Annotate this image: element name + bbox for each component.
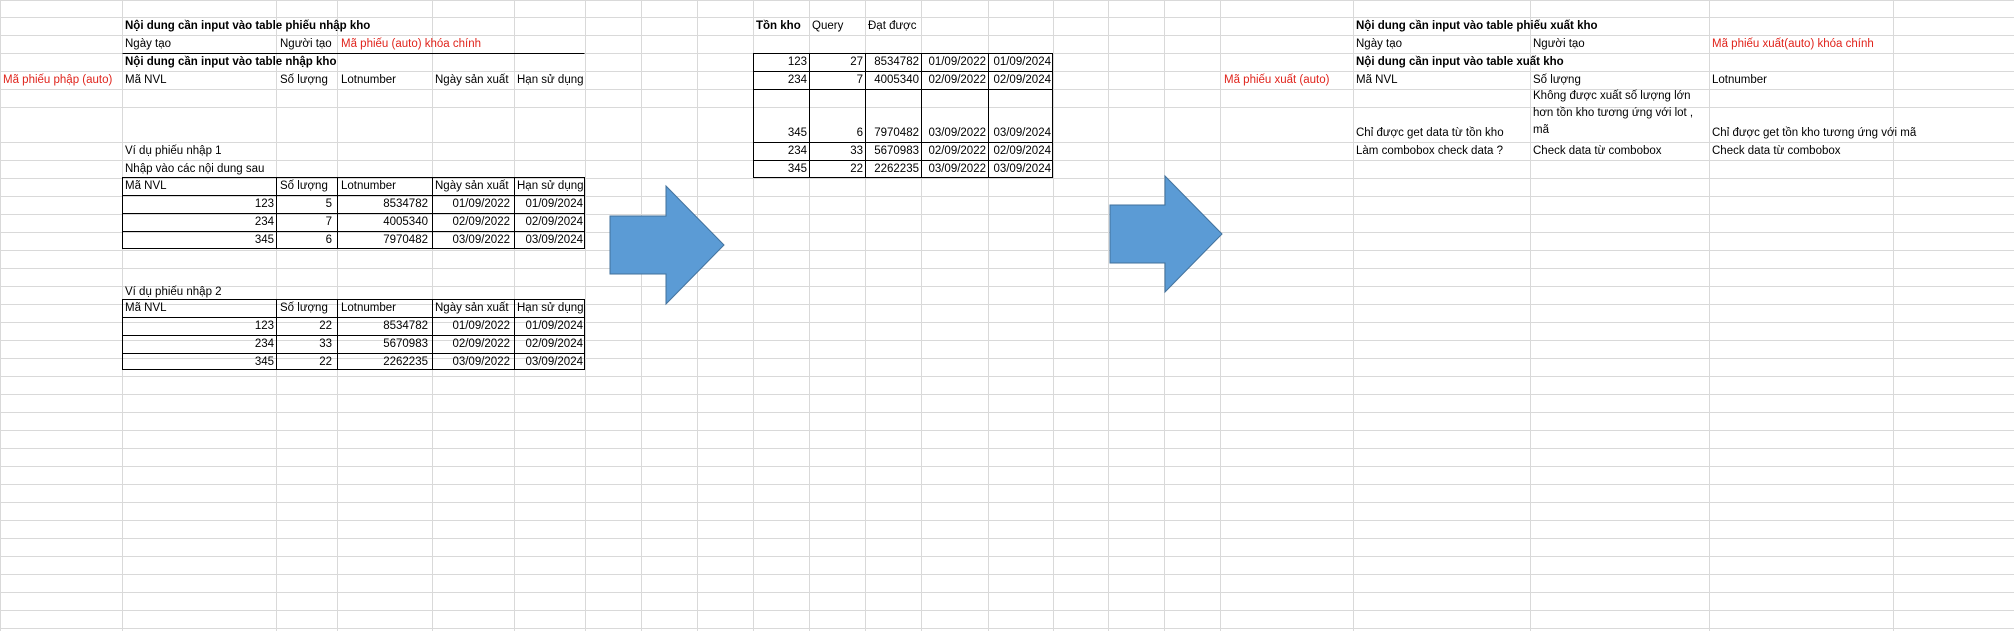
stock-cell[interactable]: 6 (809, 125, 863, 142)
middle-header-dat-duoc[interactable]: Đạt được (868, 18, 916, 35)
example1-cell[interactable]: 02/09/2022 (432, 214, 510, 231)
example1-cell[interactable]: 7 (276, 214, 332, 231)
left-col-key[interactable]: Mã phiếu phập (auto) (3, 72, 112, 89)
example2-cell[interactable]: 5670983 (337, 336, 428, 353)
stock-cell[interactable]: 2262235 (865, 161, 919, 178)
stock-cell[interactable]: 03/09/2022 (921, 125, 986, 142)
stock-cell[interactable]: 22 (809, 161, 863, 178)
example1-col-so-luong[interactable]: Số lượng (280, 178, 328, 195)
example1-cell[interactable]: 01/09/2024 (514, 196, 583, 213)
stock-cell[interactable]: 7 (809, 72, 863, 89)
example2-cell[interactable]: 22 (276, 318, 332, 335)
example2-cell[interactable]: 8534782 (337, 318, 428, 335)
example1-cell[interactable]: 4005340 (337, 214, 428, 231)
example2-cell[interactable]: 03/09/2022 (432, 354, 510, 371)
example2-cell[interactable]: 01/09/2022 (432, 318, 510, 335)
example2-col-han-su-dung[interactable]: Hạn sử dụng (517, 300, 584, 317)
example2-cell[interactable]: 02/09/2022 (432, 336, 510, 353)
example1-col-lotnumber[interactable]: Lotnumber (341, 178, 396, 195)
left-col-so-luong[interactable]: Số lượng (280, 72, 328, 89)
right-col-ma-nvl[interactable]: Mã NVL (1356, 72, 1398, 89)
stock-cell[interactable]: 02/09/2022 (921, 143, 986, 160)
middle-header-ton-kho[interactable]: Tồn kho (756, 18, 801, 35)
left-col-ma-nvl[interactable]: Mã NVL (125, 72, 167, 89)
left-header-ngay-tao[interactable]: Ngày tạo (125, 36, 171, 53)
example1-cell[interactable]: 7970482 (337, 232, 428, 249)
stock-cell[interactable]: 02/09/2024 (988, 72, 1051, 89)
right-note-get-data[interactable]: Chỉ được get data từ tồn kho (1356, 125, 1504, 142)
example1-cell[interactable]: 03/09/2024 (514, 232, 583, 249)
right-row-combobox[interactable]: Làm combobox check data ? (1356, 143, 1503, 160)
example1-cell[interactable]: 345 (122, 232, 274, 249)
stock-cell[interactable]: 8534782 (865, 54, 919, 71)
stock-cell[interactable]: 5670983 (865, 143, 919, 160)
example1-cell[interactable]: 02/09/2024 (514, 214, 583, 231)
example2-col-lotnumber[interactable]: Lotnumber (341, 300, 396, 317)
example2-cell[interactable]: 123 (122, 318, 274, 335)
stock-cell[interactable]: 345 (753, 125, 807, 142)
example1-cell[interactable]: 03/09/2022 (432, 232, 510, 249)
stock-cell[interactable]: 4005340 (865, 72, 919, 89)
stock-cell[interactable]: 123 (753, 54, 807, 71)
stock-cell[interactable]: 02/09/2024 (988, 143, 1051, 160)
stock-cell[interactable]: 345 (753, 161, 807, 178)
example2-cell[interactable]: 03/09/2024 (514, 354, 583, 371)
right-col-so-luong[interactable]: Số lượng (1533, 72, 1581, 89)
example2-col-ngay-san-xuat[interactable]: Ngày sản xuất (435, 300, 509, 317)
stock-cell[interactable]: 01/09/2022 (921, 54, 986, 71)
right-col-key[interactable]: Mã phiếu xuất (auto) (1224, 72, 1329, 89)
left-subtitle[interactable]: Nội dung cần input vào table nhập kho (125, 54, 336, 71)
left-title[interactable]: Nội dung cần input vào table phiếu nhập … (125, 18, 370, 35)
right-subtitle[interactable]: Nội dung cần input vào table xuất kho (1356, 54, 1564, 71)
example2-cell[interactable]: 345 (122, 354, 274, 371)
stock-cell[interactable]: 02/09/2022 (921, 72, 986, 89)
example2-cell[interactable]: 2262235 (337, 354, 428, 371)
left-col-han-su-dung[interactable]: Hạn sử dụng (517, 72, 584, 89)
example1-col-ngay-san-xuat[interactable]: Ngày sản xuất (435, 178, 509, 195)
example1-cell[interactable]: 234 (122, 214, 274, 231)
right-note-quantity-rule[interactable]: Không được xuất số lượng lớn hơn tồn kho… (1533, 88, 1705, 142)
example1-cell[interactable]: 8534782 (337, 196, 428, 213)
example2-cell[interactable]: 22 (276, 354, 332, 371)
right-arrow-shape-1[interactable] (608, 184, 728, 306)
stock-cell[interactable]: 03/09/2022 (921, 161, 986, 178)
example2-title[interactable]: Ví dụ phiếu nhập 2 (125, 284, 222, 301)
right-row-check-right[interactable]: Check data từ combobox (1712, 143, 1841, 160)
stock-cell[interactable]: 234 (753, 72, 807, 89)
right-header-ngay-tao[interactable]: Ngày tạo (1356, 36, 1402, 53)
stock-cell[interactable]: 03/09/2024 (988, 161, 1051, 178)
stock-cell[interactable]: 03/09/2024 (988, 125, 1051, 142)
right-header-ma-phieu[interactable]: Mã phiếu xuất(auto) khóa chính (1712, 36, 1874, 53)
example1-cell[interactable]: 5 (276, 196, 332, 213)
left-header-ma-phieu[interactable]: Mã phiếu (auto) khóa chính (341, 36, 481, 53)
example1-intro[interactable]: Nhập vào các nội dung sau (125, 161, 264, 178)
example1-col-han-su-dung[interactable]: Hạn sử dụng (517, 178, 584, 195)
left-col-lotnumber[interactable]: Lotnumber (341, 72, 396, 89)
right-arrow-shape-2[interactable] (1108, 174, 1226, 294)
example1-cell[interactable]: 01/09/2022 (432, 196, 510, 213)
stock-cell[interactable]: 7970482 (865, 125, 919, 142)
right-row-check-mid[interactable]: Check data từ combobox (1533, 143, 1662, 160)
example1-cell[interactable]: 123 (122, 196, 274, 213)
stock-cell[interactable]: 01/09/2024 (988, 54, 1051, 71)
example1-title[interactable]: Ví dụ phiếu nhập 1 (125, 143, 222, 160)
example2-cell[interactable]: 02/09/2024 (514, 336, 583, 353)
right-col-lotnumber[interactable]: Lotnumber (1712, 72, 1767, 89)
example2-col-ma-nvl[interactable]: Mã NVL (125, 300, 167, 317)
stock-cell[interactable]: 234 (753, 143, 807, 160)
left-col-ngay-san-xuat[interactable]: Ngày sản xuất (435, 72, 509, 89)
middle-header-query[interactable]: Query (812, 18, 843, 35)
left-header-nguoi-tao[interactable]: Người tạo (280, 36, 332, 53)
example2-col-so-luong[interactable]: Số lượng (280, 300, 328, 317)
example1-cell[interactable]: 6 (276, 232, 332, 249)
stock-cell[interactable]: 27 (809, 54, 863, 71)
example1-col-ma-nvl[interactable]: Mã NVL (125, 178, 167, 195)
right-header-nguoi-tao[interactable]: Người tạo (1533, 36, 1585, 53)
example2-cell[interactable]: 33 (276, 336, 332, 353)
stock-cell[interactable]: 33 (809, 143, 863, 160)
right-note-get-stock[interactable]: Chỉ được get tồn kho tương ứng với mã (1712, 125, 1916, 142)
example2-cell[interactable]: 01/09/2024 (514, 318, 583, 335)
example2-cell[interactable]: 234 (122, 336, 274, 353)
right-title[interactable]: Nội dung cần input vào table phiếu xuất … (1356, 18, 1598, 35)
